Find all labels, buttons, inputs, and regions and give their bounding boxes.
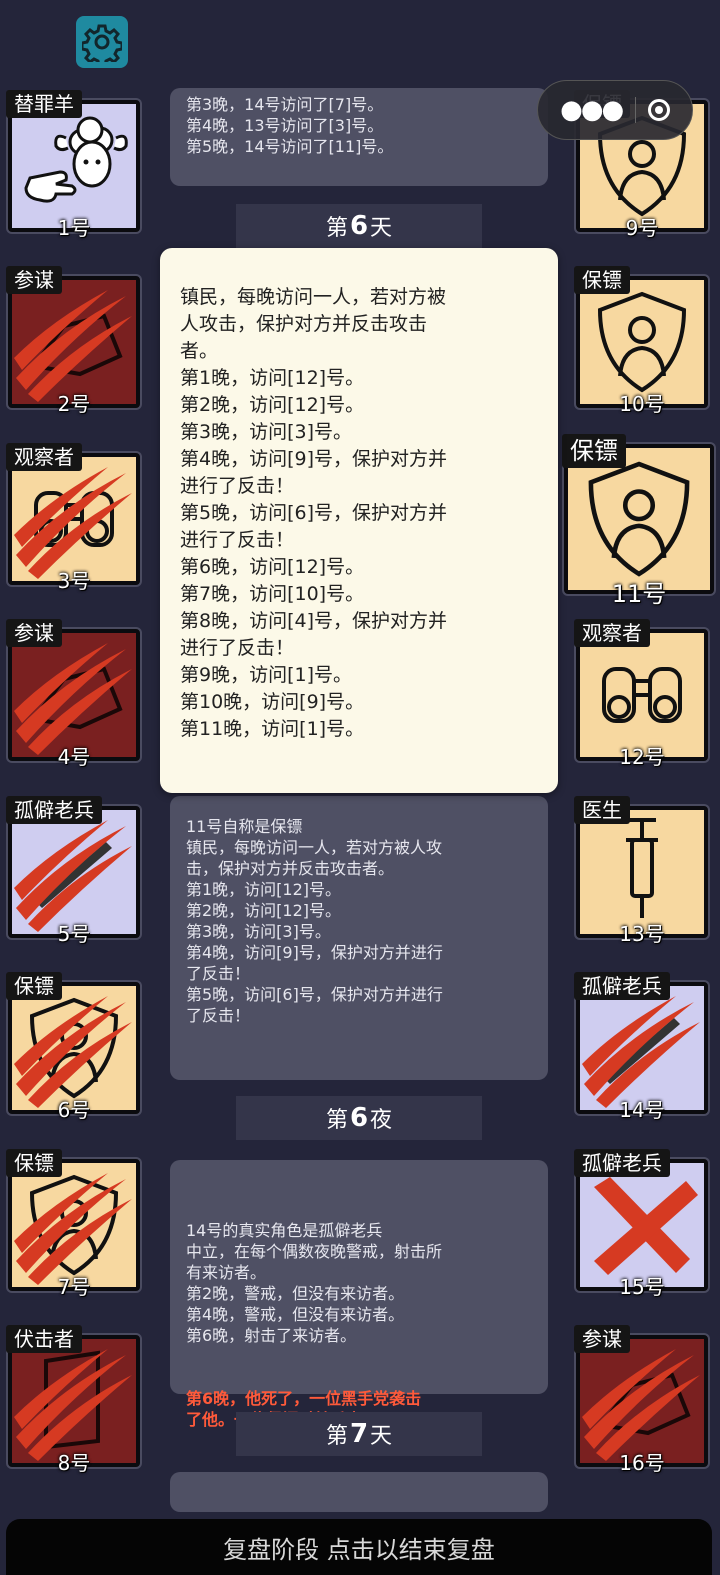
close-target-icon[interactable] — [647, 99, 670, 121]
label-suffix: 天 — [370, 216, 393, 241]
player-role: 保镖 — [6, 972, 62, 1000]
mini-program-capsule: ●●● — [537, 80, 693, 140]
claw-marks-icon — [14, 1173, 132, 1285]
player-number: 15号 — [619, 1275, 665, 1299]
player-role: 替罪羊 — [6, 90, 82, 118]
player-card-5[interactable]: 孤僻老兵 5号 — [6, 796, 140, 946]
player-number: 6号 — [57, 1098, 91, 1122]
player-card-7[interactable]: 保镖 7号 — [6, 1149, 140, 1299]
player-number: 2号 — [57, 392, 91, 416]
player-card-1[interactable]: 替罪羊 1号 — [6, 90, 140, 240]
player-role: 保镖 — [574, 266, 630, 294]
player-card-4[interactable]: 参谋 4号 — [6, 619, 140, 769]
claw-marks-icon — [14, 643, 132, 755]
player-card-15[interactable]: 孤僻老兵 15号 — [574, 1149, 708, 1299]
player-role: 参谋 — [6, 266, 62, 294]
player-number: 13号 — [619, 922, 665, 946]
player-role: 观察者 — [6, 443, 82, 471]
claw-marks-icon — [582, 1349, 700, 1461]
label-number: 6 — [349, 211, 369, 241]
binoculars-icon — [602, 667, 682, 723]
player-card-2[interactable]: 参谋 2号 — [6, 266, 140, 416]
log-text: 14号的真实角色是孤僻老兵 中立，在每个偶数夜晚警戒，射击所 有来访者。 第2晚… — [186, 1221, 443, 1345]
log-entry-claim: 11号自称是保镖 镇民，每晚访问一人，若对方被人攻 击，保护对方并反击攻击者。 … — [170, 796, 548, 1080]
claw-marks-icon — [14, 290, 132, 402]
player-card-8[interactable]: 伏击者 8号 — [6, 1325, 140, 1475]
player-number: 8号 — [57, 1451, 91, 1475]
claw-marks-icon — [14, 996, 132, 1108]
player-card-12[interactable]: 观察者 12号 — [574, 619, 708, 769]
label-number: 6 — [349, 1103, 369, 1133]
night-6-label: 第6夜 — [236, 1096, 482, 1140]
player-card-14[interactable]: 孤僻老兵 14号 — [574, 972, 708, 1122]
shield-person-icon — [597, 291, 687, 393]
sheep-icon — [24, 116, 128, 203]
player-number: 7号 — [57, 1275, 91, 1299]
player-role: 保镖 — [562, 434, 626, 468]
log-entry-night: 14号的真实角色是孤僻老兵 中立，在每个偶数夜晚警戒，射击所 有来访者。 第2晚… — [170, 1160, 548, 1429]
player-role: 观察者 — [574, 619, 650, 647]
player-card-13[interactable]: 医生 13号 — [574, 796, 708, 946]
player-role: 保镖 — [6, 1149, 62, 1177]
capsule-divider — [634, 97, 636, 123]
day-6-label: 第6天 — [236, 204, 482, 248]
end-review-button[interactable]: 复盘阶段 点击以结束复盘 — [6, 1519, 712, 1575]
claw-marks-icon — [582, 996, 700, 1108]
log-entry-partial — [170, 1472, 548, 1512]
syringe-icon — [626, 818, 658, 918]
role-detail-popup[interactable]: 镇民，每晚访问一人，若对方被 人攻击，保护对方并反击攻击 者。 第1晚，访问[1… — [160, 248, 558, 793]
day-7-label: 第7天 — [236, 1412, 482, 1456]
shield-person-icon — [588, 461, 690, 577]
player-card-10[interactable]: 保镖 10号 — [574, 266, 708, 416]
player-role: 孤僻老兵 — [574, 1149, 670, 1177]
footer-label: 复盘阶段 点击以结束复盘 — [223, 1535, 495, 1564]
label-prefix: 第 — [325, 216, 348, 241]
more-menu-icon[interactable]: ●●● — [560, 97, 624, 123]
player-card-16[interactable]: 参谋 16号 — [574, 1325, 708, 1475]
player-role: 伏击者 — [6, 1325, 82, 1353]
player-role: 参谋 — [574, 1325, 630, 1353]
label-suffix: 天 — [370, 1424, 393, 1449]
settings-button[interactable] — [76, 16, 128, 68]
gear-icon — [82, 24, 122, 62]
claw-marks-icon — [14, 467, 132, 579]
claw-marks-icon — [14, 820, 132, 932]
x-mark-icon — [594, 1177, 698, 1275]
player-number: 1号 — [57, 216, 91, 240]
player-card-6[interactable]: 保镖 6号 — [6, 972, 140, 1122]
player-number: 5号 — [57, 922, 91, 946]
player-card-11[interactable]: 保镖 11号 — [562, 434, 714, 606]
label-suffix: 夜 — [370, 1108, 393, 1133]
player-role: 参谋 — [6, 619, 62, 647]
player-role: 孤僻老兵 — [6, 796, 102, 824]
player-number: 4号 — [57, 745, 91, 769]
player-number: 3号 — [57, 569, 91, 593]
player-number: 10号 — [619, 392, 665, 416]
player-number: 12号 — [619, 745, 665, 769]
player-number: 16号 — [619, 1451, 665, 1475]
label-prefix: 第 — [325, 1108, 348, 1133]
player-role: 孤僻老兵 — [574, 972, 670, 1000]
player-number: 14号 — [619, 1098, 665, 1122]
log-entry-top: 第3晚，14号访问了[7]号。 第4晚，13号访问了[3]号。 第5晚，14号访… — [170, 88, 548, 186]
claw-marks-icon — [14, 1349, 132, 1461]
player-number: 9号 — [625, 216, 659, 240]
player-role: 医生 — [574, 796, 630, 824]
player-number: 11号 — [611, 580, 667, 608]
player-card-3[interactable]: 观察者 3号 — [6, 443, 140, 593]
label-number: 7 — [349, 1419, 369, 1449]
label-prefix: 第 — [325, 1424, 348, 1449]
